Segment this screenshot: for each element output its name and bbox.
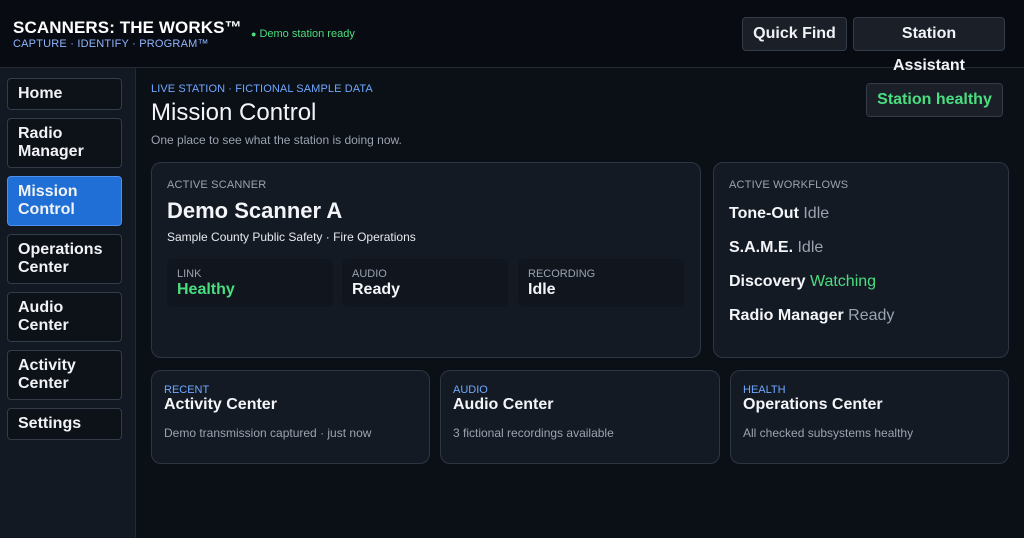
workflow-state: Idle (797, 239, 824, 256)
card-text: All checked subsystems healthy (743, 426, 914, 440)
active-workflows-card: ACTIVE WORKFLOWS Tone-Out Idle S.A.M.E. … (713, 162, 1009, 358)
stat-label: AUDIO (352, 268, 387, 280)
workflow-state: Watching (809, 273, 877, 290)
operations-center-card[interactable]: HEALTH Operations Center All checked sub… (730, 370, 1009, 464)
card-title: Activity Center (164, 396, 277, 413)
stat-label: LINK (177, 268, 202, 280)
recording-stat: RECORDING Idle (518, 259, 684, 307)
sidebar-item-home[interactable]: Home (7, 78, 122, 110)
audio-center-card[interactable]: AUDIO Audio Center 3 fictional recording… (440, 370, 720, 464)
workflow-radio-manager: Radio Manager Ready (729, 307, 894, 325)
sidebar-item-radio-manager[interactable]: Radio Manager (7, 118, 122, 168)
card-text: Demo transmission captured · just now (164, 426, 372, 440)
recent-activity-card[interactable]: RECENT Activity Center Demo transmission… (151, 370, 430, 464)
sidebar: Home Radio Manager Mission Control Opera… (0, 68, 136, 538)
card-eyebrow: AUDIO (453, 384, 488, 396)
active-workflows-label: ACTIVE WORKFLOWS (729, 179, 849, 191)
sidebar-item-mission-control[interactable]: Mission Control (7, 176, 122, 226)
brand: SCANNERS: THE WORKS™ CAPTURE · IDENTIFY … (13, 18, 242, 50)
stat-value: Healthy (177, 281, 235, 298)
stat-label: RECORDING (528, 268, 596, 280)
card-title: Operations Center (743, 396, 883, 413)
quick-find-button[interactable]: Quick Find (742, 17, 847, 51)
page-subtitle: One place to see what the station is doi… (151, 133, 402, 147)
workflow-discovery: Discovery Watching (729, 273, 876, 291)
active-scanner-label: ACTIVE SCANNER (167, 179, 267, 191)
workflow-name: S.A.M.E. (729, 239, 794, 256)
station-status-label: Demo station ready (259, 28, 355, 40)
workflow-state: Idle (803, 205, 830, 222)
sidebar-item-operations-center[interactable]: Operations Center (7, 234, 122, 284)
scanner-name: Demo Scanner A (167, 198, 343, 223)
workflow-name: Radio Manager (729, 307, 844, 324)
sidebar-item-settings[interactable]: Settings (7, 408, 122, 440)
card-eyebrow: HEALTH (743, 384, 786, 396)
sidebar-item-audio-center[interactable]: Audio Center (7, 292, 122, 342)
workflow-same: S.A.M.E. Idle (729, 239, 823, 257)
workflow-name: Discovery (729, 273, 806, 290)
stat-value: Ready (352, 281, 401, 298)
workflow-tone-out: Tone-Out Idle (729, 205, 829, 223)
station-status: ● Demo station ready (251, 28, 355, 40)
audio-stat: AUDIO Ready (342, 259, 508, 307)
page-eyebrow: LIVE STATION · FICTIONAL SAMPLE DATA (151, 83, 373, 95)
stat-value: Idle (528, 281, 556, 298)
workflow-name: Tone-Out (729, 205, 799, 222)
link-stat: LINK Healthy (167, 259, 333, 307)
app-tagline: CAPTURE · IDENTIFY · PROGRAM™ (13, 38, 209, 50)
page-title: Mission Control (151, 99, 317, 126)
station-assistant-button[interactable]: Station Assistant (853, 17, 1005, 74)
top-bar: SCANNERS: THE WORKS™ CAPTURE · IDENTIFY … (0, 0, 1024, 74)
card-title: Audio Center (453, 396, 554, 413)
station-health-badge: Station healthy (866, 83, 1003, 117)
card-text: 3 fictional recordings available (453, 426, 614, 440)
scanner-description: Sample County Public Safety · Fire Opera… (167, 230, 416, 244)
status-dot-icon: ● (251, 29, 257, 39)
sidebar-item-activity-center[interactable]: Activity Center (7, 350, 122, 400)
app-title: SCANNERS: THE WORKS™ (13, 18, 242, 37)
active-scanner-card: ACTIVE SCANNER Demo Scanner A Sample Cou… (151, 162, 701, 358)
workflow-state: Ready (848, 307, 895, 324)
card-eyebrow: RECENT (164, 384, 210, 396)
